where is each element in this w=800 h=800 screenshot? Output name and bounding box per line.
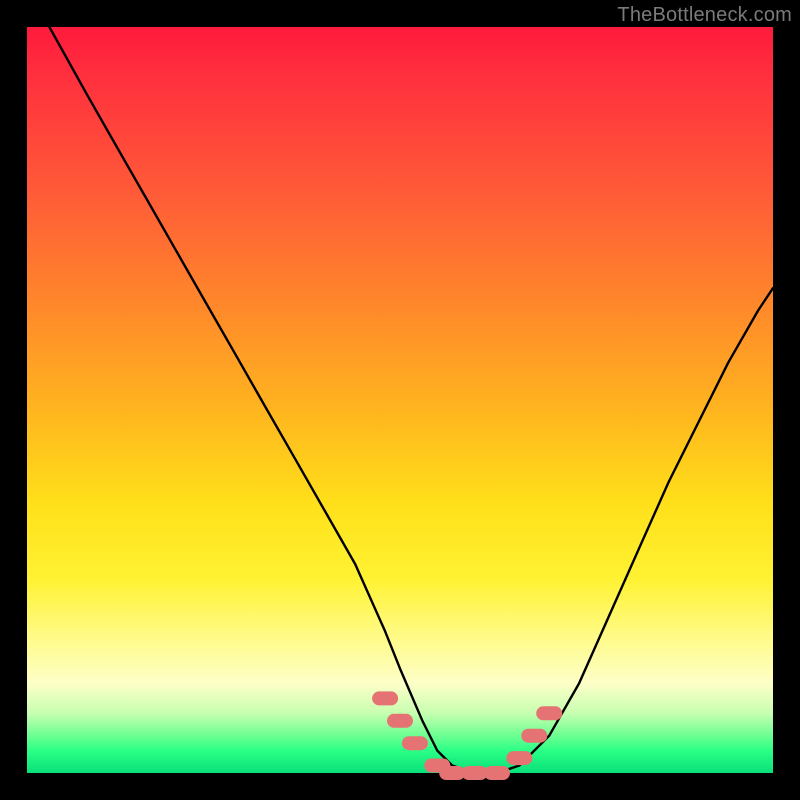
highlight-marker <box>402 736 428 750</box>
highlight-marker <box>387 714 413 728</box>
marker-layer <box>372 691 562 780</box>
curve-layer <box>49 27 773 773</box>
plot-area <box>27 27 773 773</box>
highlight-marker <box>536 706 562 720</box>
watermark-text: TheBottleneck.com <box>617 4 792 27</box>
bottleneck-curve <box>49 27 773 773</box>
highlight-marker <box>506 751 532 765</box>
chart-frame: TheBottleneck.com <box>0 0 800 800</box>
highlight-marker <box>521 729 547 743</box>
highlight-marker <box>439 766 465 780</box>
highlight-marker <box>484 766 510 780</box>
highlight-marker <box>372 691 398 705</box>
highlight-marker <box>462 766 488 780</box>
chart-svg <box>27 27 773 773</box>
